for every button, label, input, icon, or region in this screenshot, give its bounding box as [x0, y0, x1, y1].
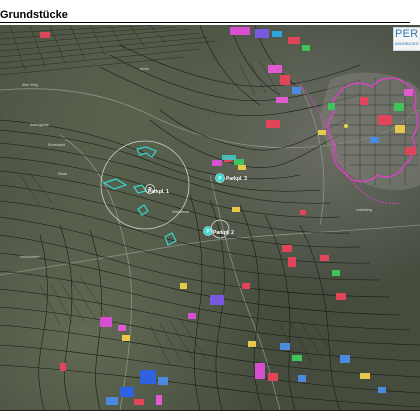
- place-label-kellergasse: Kellergasse: [30, 123, 49, 127]
- parking-3-sign: [222, 155, 236, 160]
- place-label-steinbruch: Steinbruch: [172, 210, 190, 214]
- place-label-aiche: Aiche: [140, 67, 149, 71]
- parking-marker-3[interactable]: P: [215, 173, 225, 183]
- place-label-hohenwarth: Hohenwarth: [20, 255, 40, 259]
- company-logo: PER IMMOBILIEN: [393, 27, 420, 51]
- page-title: Grundstücke: [0, 9, 68, 21]
- logo-subtext: IMMOBILIEN: [395, 41, 419, 46]
- poi-marker: [344, 124, 348, 128]
- plot-label-1: Parkpl. 1: [148, 189, 169, 195]
- place-label-eichelwald: Eichelwald: [48, 143, 66, 147]
- satellite-map[interactable]: P P P: [0, 25, 420, 410]
- plot-label-2: Parkpl. 2: [213, 230, 234, 236]
- place-label-leiterberg: Leiterberg: [356, 208, 373, 212]
- map-view[interactable]: P P P Parkpl. 1 Parkpl. 2 Parkpl. 3 Aich…: [0, 25, 420, 410]
- plot-label-3: Parkpl. 3: [226, 176, 247, 182]
- place-label-riede: Riede: [58, 172, 68, 176]
- place-label-alter-weg: Alter Weg: [22, 83, 38, 87]
- logo-text: PER: [395, 28, 419, 40]
- title-divider: [0, 22, 410, 23]
- bottom-divider: [0, 410, 420, 411]
